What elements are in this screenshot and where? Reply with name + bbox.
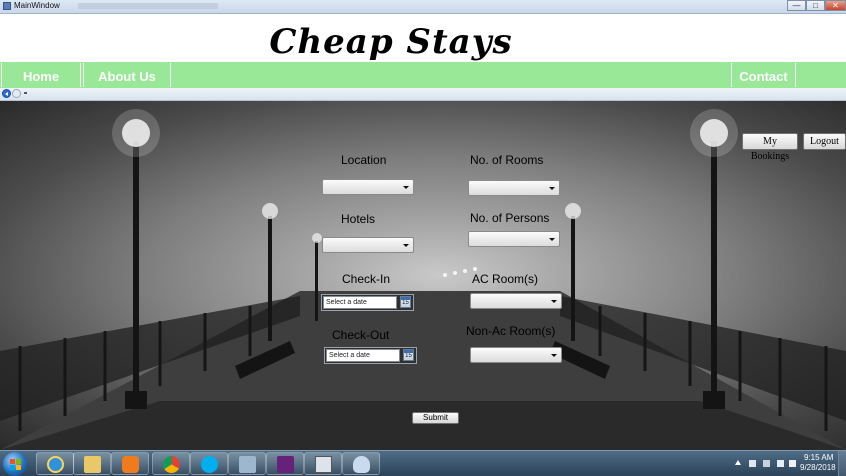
hotels-dropdown[interactable] <box>322 237 414 253</box>
lamp-lights <box>112 109 738 277</box>
battery-icon[interactable] <box>763 460 770 467</box>
chevron-down-icon <box>551 354 557 357</box>
location-dropdown[interactable] <box>322 179 414 195</box>
chrome-icon <box>163 456 180 473</box>
persons-label: No. of Persons <box>470 211 550 225</box>
window-title-bar: MainWindow — □ ✕ <box>0 0 846 14</box>
chevron-down-icon <box>403 186 409 189</box>
minimize-button[interactable]: — <box>787 0 806 11</box>
checkin-date-input[interactable]: Select a date <box>323 296 397 309</box>
taskbar-network-tool[interactable] <box>228 452 266 475</box>
taskbar-paint[interactable] <box>342 452 380 475</box>
windows-logo-quadrant <box>16 459 21 464</box>
window-title-shadow <box>78 3 218 9</box>
visual-studio-icon <box>277 456 294 473</box>
pier-scene-illustration <box>0 109 846 450</box>
window-title: MainWindow <box>14 1 60 10</box>
windows-taskbar <box>0 450 846 476</box>
paint-icon <box>353 456 370 473</box>
chevron-down-icon <box>403 244 409 247</box>
non-ac-rooms-label: Non-Ac Room(s) <box>466 324 556 338</box>
my-bookings-button[interactable]: My Bookings <box>742 133 798 162</box>
taskbar-visual-studio[interactable] <box>266 452 304 475</box>
nav-contact-button[interactable]: Contact Us <box>731 63 796 112</box>
location-label: Location <box>341 153 387 167</box>
volume-icon[interactable] <box>789 460 796 467</box>
taskbar-chrome[interactable] <box>152 452 190 475</box>
checkout-label: Check-Out <box>332 328 390 342</box>
windows-logo-icon <box>10 459 15 464</box>
ac-rooms-label: AC Room(s) <box>472 272 539 286</box>
calendar-icon[interactable]: 15 <box>400 296 411 308</box>
show-desktop-button[interactable] <box>838 451 846 476</box>
windows-logo-quadrant <box>16 465 21 470</box>
taskbar-calculator[interactable] <box>304 452 342 475</box>
calendar-icon[interactable]: 15 <box>403 349 414 361</box>
nav-about-button[interactable]: About Us <box>83 63 171 87</box>
taskbar-internet-explorer[interactable] <box>36 452 74 475</box>
app-window-icon <box>3 2 11 10</box>
submit-button[interactable]: Submit <box>412 412 459 424</box>
close-button[interactable]: ✕ <box>825 0 846 11</box>
chevron-down-icon <box>549 187 555 190</box>
file-explorer-icon <box>84 456 101 473</box>
checkin-label: Check-In <box>342 272 391 286</box>
windows-logo-quadrant <box>10 465 15 470</box>
calculator-icon <box>315 456 332 473</box>
logout-button[interactable]: Logout <box>803 133 846 150</box>
taskbar-file-explorer[interactable] <box>73 452 111 475</box>
background-image <box>0 101 846 450</box>
site-header: Cheap Stays <box>0 14 846 62</box>
frame-navigation-bar <box>0 88 846 101</box>
network-tool-icon <box>239 456 256 473</box>
internet-explorer-icon <box>47 456 64 473</box>
chevron-down-icon <box>549 238 555 241</box>
nav-home-button[interactable]: Home <box>1 63 81 87</box>
forward-arrow-icon[interactable] <box>12 89 21 98</box>
maximize-button[interactable]: □ <box>806 0 825 11</box>
nav-bar: Home About Us Contact Us <box>0 62 846 112</box>
site-title: Cheap Stays <box>269 22 513 62</box>
taskbar-skype[interactable] <box>190 452 228 475</box>
back-arrow-icon[interactable] <box>2 89 11 98</box>
rooms-label: No. of Rooms <box>470 153 544 167</box>
checkout-datepicker[interactable]: Select a date 15 <box>324 347 417 364</box>
clock-date[interactable]: 9/28/2018 <box>800 463 836 472</box>
hotels-label: Hotels <box>341 212 376 226</box>
persons-dropdown[interactable] <box>468 231 560 247</box>
non-ac-rooms-dropdown[interactable] <box>470 347 562 363</box>
taskbar-media-player[interactable] <box>111 452 149 475</box>
checkin-datepicker[interactable]: Select a date 15 <box>321 294 414 311</box>
rooms-dropdown[interactable] <box>468 180 560 196</box>
media-player-icon <box>122 456 139 473</box>
chevron-down-icon <box>551 300 557 303</box>
checkout-date-input[interactable]: Select a date <box>326 349 400 362</box>
start-button[interactable] <box>3 452 27 476</box>
network-icon[interactable] <box>777 460 784 467</box>
clock-time[interactable]: 9:15 AM <box>804 453 833 462</box>
action-center-flag-icon[interactable] <box>749 460 756 467</box>
history-dropdown-icon[interactable] <box>24 92 27 94</box>
show-hidden-icons-icon[interactable] <box>735 460 741 465</box>
ac-rooms-dropdown[interactable] <box>470 293 562 309</box>
skype-icon <box>201 456 218 473</box>
